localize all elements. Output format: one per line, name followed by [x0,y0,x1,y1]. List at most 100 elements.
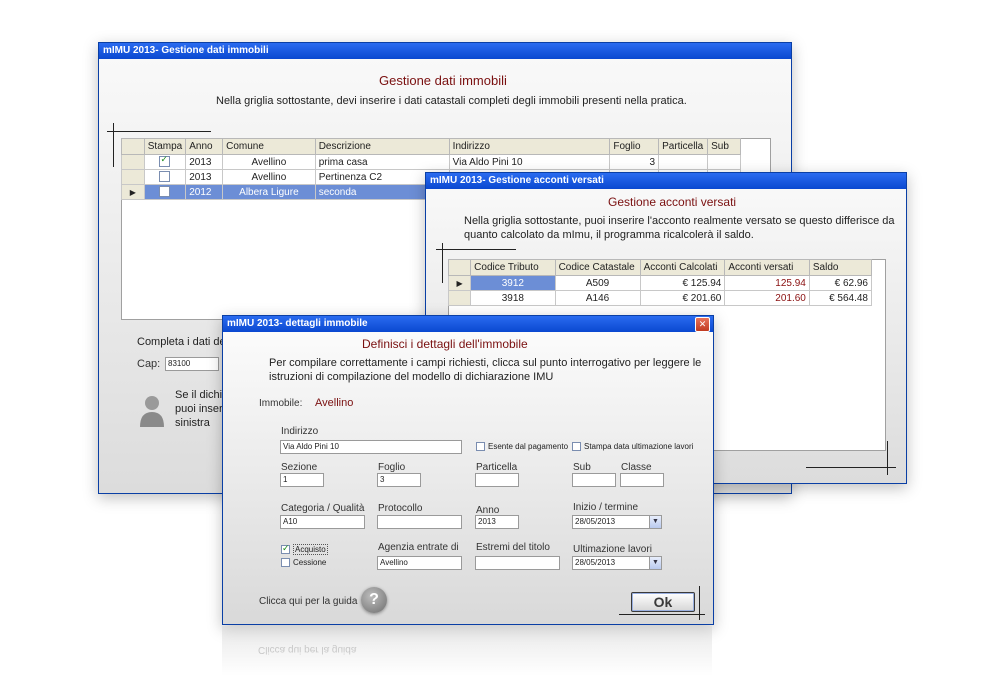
title-bar[interactable]: mIMU 2013- Gestione dati immobili [99,43,791,59]
foglio-label: Foglio [378,462,406,473]
comune-cell[interactable]: Avellino [222,169,316,185]
cessione-checkbox[interactable]: Cessione [281,558,326,568]
versati-cell[interactable]: 201.60 [724,290,810,306]
row-indicator[interactable] [121,169,145,185]
indirizzo-cell[interactable]: Via Aldo Pini 10 [448,154,611,170]
question-mark-icon: ? [369,591,379,608]
categoria-field[interactable]: A10 [280,515,365,529]
row-indicator-current[interactable]: ▶ [447,275,472,291]
estremi-field[interactable] [475,556,560,570]
stampa-cell[interactable] [143,184,187,200]
stampa-cell[interactable] [143,154,187,170]
comune-cell[interactable]: Albera Ligure [222,184,316,200]
chevron-down-icon[interactable]: ▼ [649,516,661,528]
calcolati-cell[interactable]: € 125.94 [639,275,726,291]
column-header[interactable]: Foglio [609,138,660,155]
acconti-grid[interactable]: Codice Tributo Codice Catastale Acconti … [447,259,873,306]
foglio-cell[interactable]: 3 [609,154,660,170]
anno-cell[interactable]: 2012 [185,184,224,200]
particella-cell[interactable] [658,154,709,170]
sezione-field[interactable]: 1 [280,473,324,487]
page-title: Gestione dati immobili [379,73,507,88]
comune-cell[interactable]: Avellino [222,154,316,170]
checkbox-box[interactable] [281,543,290,555]
column-header[interactable]: Descrizione [314,138,450,155]
indirizzo-label: Indirizzo [281,426,319,437]
title-bar[interactable]: mIMU 2013- Gestione acconti versati [426,173,906,189]
sub-cell[interactable] [707,154,741,170]
catastale-cell[interactable]: A146 [554,290,641,306]
protocollo-field[interactable] [377,515,462,529]
column-header[interactable]: Codice Tributo [470,259,556,276]
chevron-down-icon[interactable]: ▼ [649,557,661,569]
anno-cell[interactable]: 2013 [185,169,224,185]
column-header[interactable]: Comune [222,138,316,155]
foglio-field[interactable]: 3 [377,473,421,487]
title-bar[interactable]: mIMU 2013- dettagli immobile [223,316,713,332]
indirizzo-field[interactable]: Via Aldo Pini 10 [280,440,462,454]
anno-cell[interactable]: 2013 [185,154,224,170]
saldo-cell[interactable]: € 564.48 [808,290,873,306]
calcolati-cell[interactable]: € 201.60 [639,290,726,306]
ultimazione-label: Ultimazione lavori [573,544,652,555]
catastale-cell[interactable]: A509 [554,275,641,291]
column-header[interactable]: Indirizzo [448,138,611,155]
guida-label[interactable]: Clicca qui per la guida [259,596,357,607]
page-title: Gestione acconti versati [608,195,737,209]
column-header[interactable]: Anno [185,138,224,155]
ok-button[interactable]: Ok [631,592,695,612]
tributo-cell[interactable]: 3912 [470,275,556,291]
crop-mark [806,467,896,468]
saldo-cell[interactable]: € 62.96 [808,275,873,291]
crop-mark [436,249,516,250]
crop-mark [113,123,114,167]
particella-field[interactable] [475,473,519,487]
stampa-data-checkbox[interactable]: Stampa data ultimazione lavori [572,442,693,452]
page-title: Definisci i dettagli dell'immobile [362,337,528,351]
reflection-text: Clicca qui per la guida [258,644,357,655]
versati-cell[interactable]: 125.94 [724,275,810,291]
acquisto-checkbox[interactable]: Acquisto [281,543,328,555]
row-indicator[interactable] [121,154,145,170]
checkbox-box[interactable] [572,442,581,452]
close-button[interactable]: ✕ [695,317,710,332]
sub-field[interactable] [572,473,616,487]
help-button[interactable]: ? [361,587,387,613]
window-dettagli-immobile: mIMU 2013- dettagli immobile ✕ Definisci… [222,315,714,625]
column-header[interactable]: Saldo [808,259,873,276]
esente-checkbox[interactable]: Esente dal pagamento [476,442,568,452]
page-subtitle: Nella griglia sottostante, devi inserire… [216,95,687,107]
agenzia-field[interactable]: Avellino [377,556,462,570]
stampa-cell[interactable] [143,169,187,185]
anno-field[interactable]: 2013 [475,515,519,529]
column-header[interactable]: Acconti versati [724,259,810,276]
ultimazione-select[interactable]: 28/05/2013 ▼ [572,556,662,570]
classe-field[interactable] [620,473,664,487]
inizio-select[interactable]: 28/05/2013 ▼ [572,515,662,529]
protocollo-label: Protocollo [378,503,423,514]
row-indicator[interactable] [447,290,472,306]
column-header[interactable]: Particella [658,138,709,155]
row-indicator-header [121,138,145,155]
page-subtitle: quanto calcolato da mImu, il programma r… [464,229,754,241]
table-row[interactable]: ▶ 3912 A509 € 125.94 125.94 € 62.96 [447,275,873,291]
inizio-value: 28/05/2013 [575,517,616,526]
cap-field[interactable]: 83100 [165,357,219,371]
crop-mark [442,243,443,283]
stampa-checkbox[interactable] [159,154,171,168]
table-row[interactable]: 3918 A146 € 201.60 201.60 € 564.48 [447,290,873,306]
window-reflection: Clicca qui per la guida [222,626,712,676]
stampa-checkbox[interactable] [159,171,171,183]
tributo-cell[interactable]: 3918 [470,290,556,306]
column-header[interactable]: Sub [707,138,741,155]
stampa-checkbox[interactable] [159,186,171,198]
column-header[interactable]: Stampa [143,138,187,155]
descrizione-cell[interactable]: prima casa [314,154,450,170]
table-row[interactable]: 2013 Avellino prima casa Via Aldo Pini 1… [121,154,741,170]
checkbox-box[interactable] [281,558,290,568]
completa-label: Completa i dati de [137,336,226,348]
checkbox-box[interactable] [476,442,485,452]
row-indicator-current[interactable]: ▶ [121,184,145,200]
column-header[interactable]: Codice Catastale [554,259,641,276]
column-header[interactable]: Acconti Calcolati [639,259,726,276]
